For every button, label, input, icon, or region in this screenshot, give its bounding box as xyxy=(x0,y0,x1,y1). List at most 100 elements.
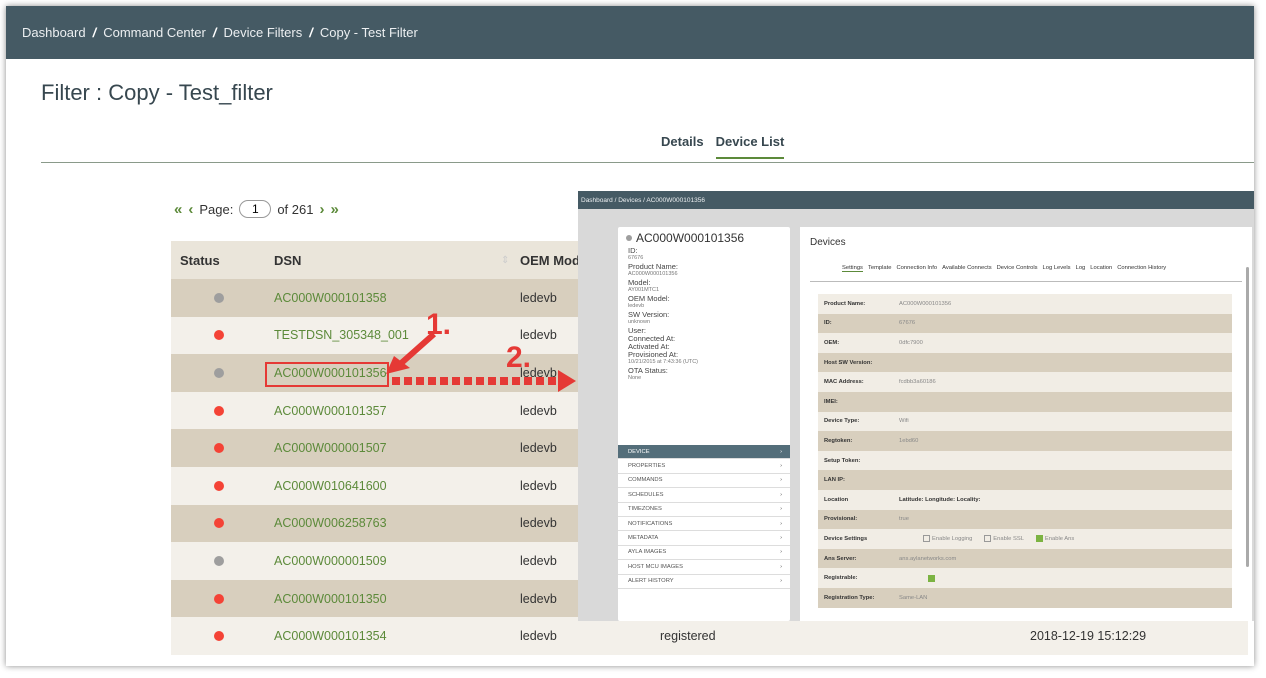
annotation-step-2: 2. xyxy=(506,341,532,374)
breadcrumb-device-filters[interactable]: Device Filters xyxy=(223,25,302,40)
arrow-icon xyxy=(386,331,436,374)
tab-device-list[interactable]: Device List xyxy=(715,134,785,159)
timestamp-cell: 2018-12-19 15:12:29 xyxy=(1030,629,1147,644)
settings-row: MAC Address: fcdbb3a60186 xyxy=(818,372,1232,392)
chevron-right-icon: › xyxy=(780,549,782,556)
chevron-right-icon: › xyxy=(780,563,782,570)
settings-value: fcdbb3a60186 xyxy=(899,379,936,386)
device-title: AC000W000101356 xyxy=(618,227,790,245)
settings-label: IMEI: xyxy=(824,398,838,405)
field-label: OEM Model: xyxy=(628,294,670,303)
dsn-link[interactable]: AC000W000101354 xyxy=(274,629,387,643)
column-header-status[interactable]: Status xyxy=(180,253,220,268)
sort-icon[interactable]: ⇕ xyxy=(501,255,509,266)
dsn-link[interactable]: AC000W000001509 xyxy=(274,554,387,568)
dsn-link[interactable]: AC000W000101357 xyxy=(274,404,387,418)
page-count: of 261 xyxy=(277,201,314,217)
settings-row: Product Name: AC000W000101356 xyxy=(818,294,1232,314)
status-dot-icon xyxy=(214,330,224,341)
settings-row: Provisional: true xyxy=(818,509,1232,530)
settings-row: Location Latitude: Longitude: Locality: xyxy=(818,489,1232,510)
arrow-head-icon xyxy=(558,370,576,392)
last-page-icon[interactable]: » xyxy=(330,201,338,218)
menu-item-label: ALERT HISTORY xyxy=(628,578,674,585)
field-value: AC000W000101356 xyxy=(628,271,678,277)
panel-tab[interactable]: Location xyxy=(1090,265,1112,272)
panel-tab[interactable]: Log Levels xyxy=(1043,265,1071,272)
panel-tab[interactable]: Connection Info xyxy=(896,265,937,272)
panel-tab[interactable]: Settings xyxy=(842,265,863,272)
settings-value: Enable Logging Enable SSL Enable Ans xyxy=(923,535,1086,542)
settings-value: Latitude: Longitude: Locality: xyxy=(899,496,981,503)
panel-tab[interactable]: Template xyxy=(868,265,892,272)
breadcrumb-command-center[interactable]: Command Center xyxy=(103,25,206,40)
menu-item-device[interactable]: DEVICE › xyxy=(618,445,790,460)
field-label: SW Version: xyxy=(628,310,670,319)
settings-value: 1ebd60 xyxy=(899,437,919,444)
menu-item-properties[interactable]: PROPERTIES › xyxy=(618,459,790,474)
chevron-right-icon: › xyxy=(780,491,782,498)
oem-model-cell: ledevb xyxy=(520,441,557,456)
settings-value xyxy=(928,574,937,582)
panel-divider xyxy=(810,281,1242,282)
menu-item-host-mcu-images[interactable]: HOST MCU IMAGES › xyxy=(618,560,790,575)
oem-model-cell: ledevb xyxy=(520,516,557,531)
menu-item-commands[interactable]: COMMANDS › xyxy=(618,474,790,489)
prev-page-icon[interactable]: ‹ xyxy=(188,201,193,218)
device-detail-screenshot: Dashboard / Devices / AC000W000101356 AC… xyxy=(578,191,1254,621)
tab-details[interactable]: Details xyxy=(661,134,704,159)
settings-label: Provisional: xyxy=(824,516,858,523)
settings-value: true xyxy=(899,516,909,523)
table-row[interactable]: AC000W000101354 ledevb registered 2018-12-1… xyxy=(171,617,1248,655)
next-page-icon[interactable]: › xyxy=(319,201,324,218)
settings-row: Host SW Version: xyxy=(818,352,1232,373)
checkbox[interactable] xyxy=(923,535,930,543)
panel-tab[interactable]: Connection History xyxy=(1117,265,1166,272)
panel-tab[interactable]: Device Controls xyxy=(997,265,1038,272)
breadcrumb-dashboard[interactable]: Dashboard xyxy=(22,25,86,40)
chevron-right-icon: › xyxy=(780,448,782,455)
device-title-text: AC000W000101356 xyxy=(636,231,745,245)
menu-item-alert-history[interactable]: ALERT HISTORY › xyxy=(618,575,790,589)
scrollbar[interactable] xyxy=(1246,267,1249,567)
checkbox-label: Enable Ans xyxy=(1044,536,1075,543)
menu-item-timezones[interactable]: TIMEZONES › xyxy=(618,503,790,517)
oem-model-cell: ledevb xyxy=(520,553,557,568)
field-value: AY001MTC1 xyxy=(628,287,660,293)
dsn-link[interactable]: AC000W006258763 xyxy=(274,516,387,530)
dsn-link[interactable]: AC000W010641600 xyxy=(274,479,387,493)
field-label: Product Name: xyxy=(628,262,679,271)
panel-tabs: Settings Template Connection Info Available… xyxy=(842,265,1166,272)
oem-model-cell: ledevb xyxy=(520,290,557,305)
settings-row: Regtoken: 1ebd60 xyxy=(818,431,1232,451)
settings-label: Setup Token: xyxy=(824,457,861,464)
page-label: Page: xyxy=(199,201,234,217)
page-input[interactable] xyxy=(239,200,272,218)
first-page-icon[interactable]: « xyxy=(174,201,182,218)
settings-label: Regtoken: xyxy=(824,437,853,444)
settings-label: Registrable: xyxy=(824,575,858,582)
settings-label: ID: xyxy=(824,320,832,327)
menu-item-ayla-images[interactable]: AYLA IMAGES › xyxy=(618,546,790,561)
dsn-link[interactable]: AC000W000001507 xyxy=(274,441,387,455)
dsn-link[interactable]: AC000W000101350 xyxy=(274,592,387,606)
settings-row: Device Settings Enable Logging Enable SSL E… xyxy=(818,529,1232,549)
column-header-dsn[interactable]: DSN xyxy=(274,253,301,268)
panel-tab[interactable]: Available Connects xyxy=(942,265,992,272)
dsn-link[interactable]: AC000W000101358 xyxy=(274,291,387,305)
menu-item-label: COMMANDS xyxy=(628,477,663,484)
breadcrumb-separator: / xyxy=(309,25,313,40)
checkbox[interactable] xyxy=(984,535,992,543)
panel-tab[interactable]: Log xyxy=(1076,265,1086,272)
menu-item-label: AYLA IMAGES xyxy=(628,549,667,556)
status-dot-icon xyxy=(214,405,224,416)
app-frame: Dashboard / Command Center / Device Filt… xyxy=(6,6,1254,666)
registrable-checkbox[interactable] xyxy=(928,574,935,582)
checkbox[interactable] xyxy=(1035,535,1043,543)
device-summary-card: AC000W000101356 ID: 67676 Product Name: AC0… xyxy=(618,227,790,621)
settings-value: Same-LAN xyxy=(899,594,928,601)
menu-item-schedules[interactable]: SCHEDULES › xyxy=(618,488,790,503)
settings-label: Host SW Version: xyxy=(824,359,873,366)
menu-item-notifications[interactable]: NOTIFICATIONS › xyxy=(618,517,790,532)
menu-item-metadata[interactable]: METADATA › xyxy=(618,531,790,546)
